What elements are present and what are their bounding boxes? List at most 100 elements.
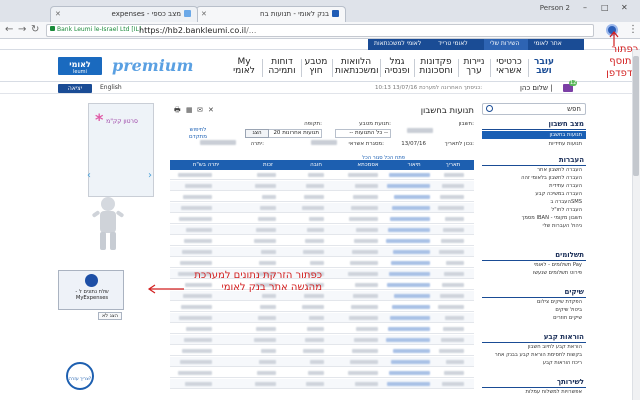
type-select[interactable]: -- כל התנועות -- — [335, 129, 391, 138]
nav-foreign-currency[interactable]: מטבע חוץ — [304, 58, 328, 80]
table-cell-redacted — [306, 184, 324, 188]
sidebar-item-payment-details[interactable]: פירוט תשלומים שנעשו — [482, 269, 586, 277]
scrollbar-thumb[interactable] — [633, 56, 639, 176]
annotation-line: לדפדפן — [606, 68, 638, 79]
table-cell-redacted — [309, 217, 324, 221]
topbar-link-my-service[interactable]: השירות שלי — [484, 39, 528, 50]
table-row[interactable] — [170, 203, 474, 213]
mail-share-icon[interactable]: ✉ — [197, 106, 203, 114]
maximize-icon[interactable]: □ — [601, 3, 609, 12]
col-debit[interactable]: חובה — [298, 162, 334, 168]
menu-icon[interactable]: ⋮ — [628, 24, 638, 35]
leumi-logo[interactable]: לאומי leumi — [58, 57, 102, 75]
promo-card[interactable]: * סרטון קק"מ — [88, 103, 154, 197]
sidebar-item-transfer-leumi[interactable]: העברה לחשבון בלאומי זהה — [482, 174, 586, 182]
table-row[interactable] — [170, 225, 474, 235]
secure-indicator[interactable]: Bank Leumi le-Israel Ltd [IL] — [50, 26, 141, 36]
send-to-myexpenses-button[interactable]: - שלח נתונים ל MyExpenses — [58, 270, 124, 310]
sidebar-search-input[interactable]: חפש — [482, 103, 586, 115]
table-row[interactable] — [170, 357, 474, 367]
hide-button[interactable]: הצג לא — [98, 312, 122, 320]
table-cell-redacted — [441, 239, 464, 243]
sidebar-item-iban[interactable]: מסמך IBAN - חשבון מקומי — [482, 214, 586, 222]
table-cell-redacted — [386, 338, 430, 342]
table-row[interactable] — [170, 170, 474, 180]
english-link[interactable]: English — [100, 84, 122, 91]
carousel-prev-icon[interactable]: ‹ — [87, 170, 91, 181]
profile-name[interactable]: Person 2 — [540, 4, 570, 12]
table-cell-redacted — [303, 349, 324, 353]
minimize-icon[interactable]: – — [583, 3, 587, 12]
premium-brand: premium — [112, 56, 194, 75]
table-row[interactable] — [170, 181, 474, 191]
sidebar-item-future-transactions[interactable]: תנועות עתידיות — [482, 140, 586, 148]
sidebar-item-abroad-transfer[interactable]: העברה לחו"ל — [482, 206, 586, 214]
sidebar-item-sms-transfer[interactable]: העברה בSMS — [482, 198, 586, 206]
sidebar-item-deposit-check[interactable]: הפקדת שיקים צילום — [482, 298, 586, 306]
close-tab-icon[interactable]: ✕ — [201, 10, 207, 18]
tab-bank[interactable]: בנק לאומי - תנועות בח ✕ — [196, 6, 346, 22]
sidebar-item-standing-summary[interactable]: ריכוז הוראות קבע — [482, 359, 586, 367]
sidebar-item-cancel-check[interactable]: ביטול שיקים — [482, 306, 586, 314]
sidebar-item-leumi-pay[interactable]: תשלומים - לאומי Pay — [482, 261, 586, 269]
forward-icon[interactable]: → — [18, 24, 26, 35]
nav-credit-cards[interactable]: כרטיסי אשראי — [493, 58, 525, 80]
show-button[interactable]: הצג — [245, 129, 269, 138]
table-row[interactable] — [170, 346, 474, 356]
col-credit[interactable]: זכות — [250, 162, 286, 168]
logout-button[interactable]: יציאה — [58, 84, 92, 93]
table-row[interactable] — [170, 214, 474, 224]
close-window-icon[interactable]: ✕ — [621, 3, 628, 12]
search-icon[interactable] — [486, 105, 493, 112]
topbar-link-mortgage[interactable]: לאומי למשכנתאות — [368, 39, 432, 50]
col-reference[interactable]: אסמכתא — [348, 162, 388, 168]
nav-my-leumi[interactable]: My לאומי — [230, 58, 258, 80]
logo-text: לאומי — [69, 60, 91, 69]
nav-deposits[interactable]: פקדונות וחסכונות — [417, 58, 455, 80]
col-date[interactable]: תאריך — [434, 162, 472, 168]
sidebar-item-standing-transfer[interactable]: העברה במשיכה קבע — [482, 190, 586, 198]
nav-securities[interactable]: ניירות ערך — [461, 58, 487, 80]
nav-loans[interactable]: הלוואות ומשכנתאות — [335, 58, 379, 80]
nav-pension[interactable]: גמל ופנסיה — [383, 58, 411, 80]
table-row[interactable] — [170, 324, 474, 334]
address-bar[interactable]: Bank Leumi le-Israel Ltd [IL] https://hb… — [46, 24, 594, 37]
table-cell-redacted — [349, 217, 378, 221]
advanced-search-link[interactable]: לחיפוש מתקדם — [180, 127, 216, 140]
nav-reports[interactable]: דוחות ותמיכה — [266, 58, 298, 80]
table-row[interactable] — [170, 236, 474, 246]
print-icon[interactable]: 🖶 — [174, 106, 181, 117]
url-text[interactable]: https://hb2.bankleumi.co.il/... — [139, 26, 256, 35]
sidebar-item-manage-transfers[interactable]: ניהול העברות שלי — [482, 222, 586, 230]
table-row[interactable] — [170, 368, 474, 378]
help-button[interactable]: צריך עזרה? — [66, 362, 94, 390]
close-tab-icon[interactable]: ✕ — [55, 10, 61, 18]
nav-current-account[interactable]: עובר ושב — [531, 58, 557, 80]
sidebar-item-future-transfer[interactable]: העברה עתידית — [482, 182, 586, 190]
topbar-link-trade[interactable]: לאומי טרייד — [432, 39, 484, 50]
table-row[interactable] — [170, 302, 474, 312]
nav-divider — [262, 59, 263, 77]
table-row[interactable] — [170, 258, 474, 268]
sidebar-item-fees[interactable]: אפשרויות למשלוח עמלות — [482, 388, 586, 396]
sidebar-item-transfer[interactable]: העברה לחשבון אחר — [482, 166, 586, 174]
carousel-next-icon[interactable]: › — [148, 170, 152, 181]
reload-icon[interactable]: ↻ — [31, 24, 39, 35]
table-cell-redacted — [181, 305, 212, 309]
table-row[interactable] — [170, 335, 474, 345]
sidebar-item-transactions[interactable]: תנועות בחשבון — [482, 131, 586, 139]
table-row[interactable] — [170, 313, 474, 323]
topbar-link-leumi-site[interactable]: אתר לאומי — [528, 39, 584, 50]
sidebar-item-standing-order[interactable]: הוראת קבע לחיוב חשבון — [482, 343, 586, 351]
tab-expenses[interactable]: מצב כספי - expenses ✕ — [50, 6, 198, 22]
table-row[interactable] — [170, 379, 474, 389]
table-row[interactable] — [170, 247, 474, 257]
excel-icon[interactable]: ▦ — [186, 106, 193, 114]
back-icon[interactable]: ← — [5, 24, 13, 35]
col-balance[interactable]: יתרה בש"ח — [178, 162, 234, 168]
col-description[interactable]: תיאור — [394, 162, 434, 168]
sidebar-item-block-standing-order[interactable]: בקשות לחסימת הוראת קבע בבנק אחר — [482, 351, 586, 359]
table-row[interactable] — [170, 192, 474, 202]
sidebar-item-returned-checks[interactable]: שיקים חוזרים — [482, 314, 586, 322]
close-filter-icon[interactable]: ✕ — [208, 106, 214, 114]
